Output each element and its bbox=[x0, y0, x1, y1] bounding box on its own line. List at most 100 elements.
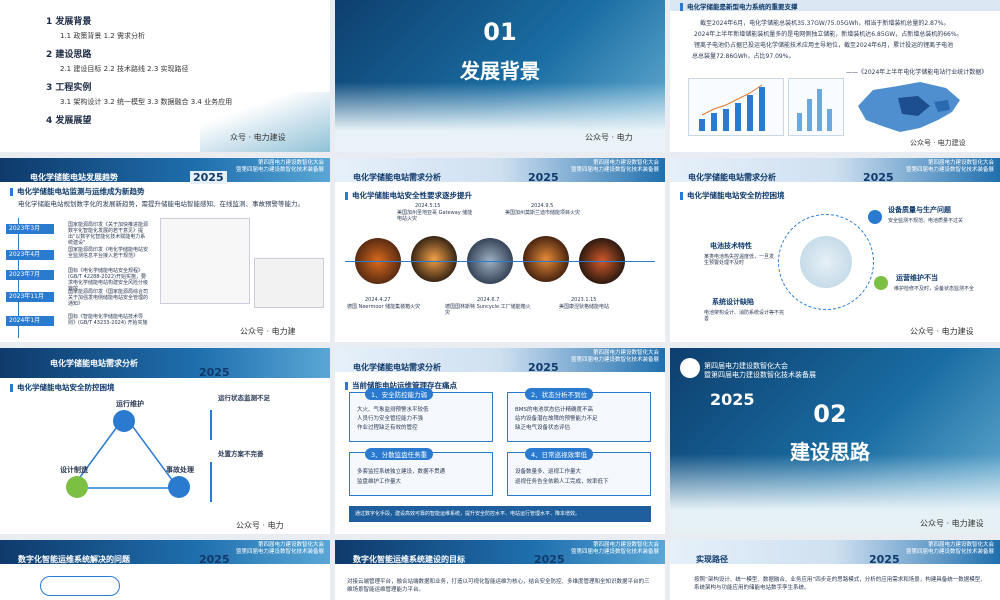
fire-photo-4 bbox=[523, 236, 569, 282]
risk-label-4: 系统设计缺陷 bbox=[712, 298, 754, 306]
timeline-text-5: 国标《智能电化学储能电站技术导则》(GB/T 43233-2024) 开始实施 bbox=[68, 314, 148, 326]
watermark: 公众号 · 电力建设 bbox=[920, 519, 984, 528]
conference-banner: 第四届电力建设数智化大会 暨第四届电力建设数智化技术装备展 bbox=[570, 350, 659, 363]
header-year: 2025 bbox=[199, 366, 230, 379]
timeline-text-4: 国家能源局印发《国家能源局综合司关于加强发电侧储能电站安全管理的通知》 bbox=[68, 289, 149, 307]
timeline-axis bbox=[345, 261, 655, 262]
risk-desc-4: 电池架构设计、消防系统设计等不完善 bbox=[704, 310, 785, 322]
line-chart-thumbnail bbox=[788, 78, 844, 136]
stat-line-3: 锂离子电池仍占据已投运电化学储能技术应用主导地位，截至2024年6月，累计投运的… bbox=[694, 42, 954, 49]
goal-text: 对接云端管理平台，融合站端数据和业务，打造以可视化智能运维为核心，结合安全防控、… bbox=[347, 579, 650, 593]
header-year: 2025 bbox=[199, 553, 230, 566]
section-title: 建设思路 bbox=[790, 440, 870, 464]
decor-wave bbox=[200, 92, 330, 152]
conference-banner: 第四届电力建设数智化大会 暨第四届电力建设数智化技术装备展 bbox=[570, 542, 659, 555]
year-label: 2025 bbox=[710, 390, 755, 409]
toc-sub-2: 2.1 建设目标 2.2 技术路线 2.3 实现路径 bbox=[60, 65, 189, 73]
header-year: 2025 bbox=[534, 553, 565, 566]
diagram-shape bbox=[40, 576, 120, 596]
conference-banner: 第四届电力建设数智化大会 暨第四届电力建设数智化技术装备展 bbox=[235, 160, 324, 173]
dot-icon bbox=[868, 210, 882, 224]
conference-banner: 第四届电力建设数智化大会 暨第四届电力建设数智化技术装备展 bbox=[905, 160, 994, 173]
slide-pain-points[interactable]: 电化学储能电站需求分析 2025 第四届电力建设数智化大会 暨第四届电力建设数智化… bbox=[335, 348, 665, 534]
event-date-bottom-3: 2023.1.15 bbox=[571, 297, 597, 303]
timeline-text-1: 国家能源局印发《关于加快推进能源数字化智能化发展的若干意见》提出"以数字化智能化… bbox=[68, 222, 149, 246]
watermark: 公众号 · 电力建 bbox=[240, 327, 296, 336]
toc-sub-1: 1.1 政策背景 1.2 需求分析 bbox=[60, 32, 145, 40]
slide-header: 电化学储能电站需求分析 2025 bbox=[0, 348, 330, 379]
path-text: 按照“架构设计、统一模型、数据融合、业务应用”四步走的思路模式，分析的应用需求和… bbox=[694, 577, 986, 591]
detail-bar-2 bbox=[210, 462, 320, 502]
slide-heading: 电化学储能是新型电力系统的重要支撑 bbox=[680, 1, 798, 11]
slide-safety-events[interactable]: 电化学储能电站需求分析 2025 第四届电力建设数智化大会 暨第四届电力建设数智化… bbox=[335, 158, 665, 342]
watermark: 众号 · 电力建设 bbox=[230, 133, 286, 142]
summary-text: 通过数字化手段，建设高效可靠的智能运维系统，提升安全防控水平、电站运行管理水平、… bbox=[355, 511, 581, 517]
section-title: 发展背景 bbox=[460, 59, 540, 83]
pain-line: BMS的电池状态估计精确度不高 bbox=[515, 407, 594, 413]
stat-line-1: 截至2024年6月，电化学储能总装机35.37GW/75.05GWh，相当于新增… bbox=[700, 20, 950, 27]
pain-line: 巡视任务告全依赖人工完成，效率低下 bbox=[515, 479, 609, 485]
pain-line: 大火、气象监测预警水平较低 bbox=[357, 407, 429, 413]
header-title: 数字化智能运维系统建设的目标 bbox=[353, 555, 465, 564]
china-map bbox=[848, 76, 972, 138]
slide-goals[interactable]: 数字化智能运维系统建设的目标 2025 第四届电力建设数智化大会 暨第四届电力建设… bbox=[335, 540, 665, 600]
watermark: 公众号 · 电力 bbox=[585, 133, 633, 142]
slide-trends[interactable]: 电化学储能电站发展趋势 2025 第四届电力建设数智化大会 暨第四届电力建设数智化… bbox=[0, 158, 330, 342]
header-title: 数字化智能运维系统解决的问题 bbox=[18, 555, 130, 564]
node-label-2: 设计制造 bbox=[60, 466, 88, 474]
conference-banner: 第四届电力建设数智化大会 暨第四届电力建设数智化技术装备展 bbox=[235, 542, 324, 555]
chart-thumbnail bbox=[688, 78, 784, 136]
slide-header: 电化学储能电站需求分析 2025 第四届电力建设数智化大会 暨第四届电力建设数智化… bbox=[335, 158, 665, 184]
event-text-bottom-2: 德国国林斯特 Suncycle 工厂储能箱火灾 bbox=[445, 304, 531, 316]
pain-line: 多套监控系统独立建设，数据不贯通 bbox=[357, 469, 446, 475]
maintenance-icon bbox=[113, 410, 135, 432]
header-year: 2025 bbox=[869, 553, 900, 566]
stat-line-2: 2024年上半年新增储能装机量多的是电网侧独立储能，新增装机达6.85GW，占新… bbox=[694, 31, 963, 38]
timeline-date-2: 2023年4月 bbox=[6, 250, 54, 260]
document-thumbnail-1 bbox=[160, 218, 250, 304]
section-heading: 电化学储能电站监测与运维成为新趋势 bbox=[10, 186, 145, 197]
header-year: 2025 bbox=[528, 361, 559, 374]
section-heading: 电化学储能电站安全防控困境 bbox=[680, 190, 785, 201]
intro-text: 电化学储能电站规划数字化的发展新趋势，需提升储能电站智能感知、在线监测、事故预警… bbox=[18, 200, 304, 208]
slide-grid: 1 发展背景 1.1 政策背景 1.2 需求分析 2 建设思路 2.1 建设目标… bbox=[0, 0, 1000, 600]
map-icon bbox=[858, 82, 960, 132]
slide-dilemma[interactable]: 电化学储能电站需求分析 2025 电化学储能电站安全防控困境 运行维护 设计制造… bbox=[0, 348, 330, 534]
line-chart-icon bbox=[797, 89, 832, 131]
header-title: 电化学储能电站发展趋势 bbox=[30, 173, 118, 182]
header-year: 2025 bbox=[190, 171, 227, 184]
pain-line: 站内设备潜在故障的预警能力不足 bbox=[515, 416, 598, 422]
toc-item-2: 2 建设思路 bbox=[46, 50, 92, 60]
slide-risk-factors[interactable]: 电化学储能电站需求分析 2025 第四届电力建设数智化大会 暨第四届电力建设数智化… bbox=[670, 158, 1000, 342]
conference-banner: 第四届电力建设数智化大会 暨第四届电力建设数智化技术装备展 bbox=[905, 542, 994, 555]
bar-chart-icon bbox=[699, 84, 765, 131]
slide-path[interactable]: 实现路径 2025 第四届电力建设数智化大会 暨第四届电力建设数智化技术装备展 按… bbox=[670, 540, 1000, 600]
pain-line: 设备数量多、巡视工作量大 bbox=[515, 469, 582, 475]
header-title: 电化学储能电站需求分析 bbox=[353, 363, 441, 372]
header-title: 电化学储能电站需求分析 bbox=[50, 359, 138, 368]
risk-desc-3: 维护检修不及时，设备状态监测不全 bbox=[894, 286, 975, 292]
event-date-top-1: 2024.5.15 bbox=[415, 203, 441, 209]
section-number: 01 bbox=[483, 18, 517, 46]
right-item-1: 运行状态监测不足 bbox=[218, 394, 270, 402]
event-date-top-2: 2024.9.5 bbox=[531, 203, 554, 209]
risk-label-1: 设备质量与生产问题 bbox=[888, 206, 951, 214]
slide-problems-solved[interactable]: 数字化智能运维系统解决的问题 2025 第四届电力建设数智化大会 暨第四届电力建设… bbox=[0, 540, 330, 600]
toc-item-1: 1 发展背景 bbox=[46, 17, 92, 27]
risk-label-3: 运营维护不当 bbox=[896, 274, 938, 282]
slide-stats[interactable]: 电化学储能是新型电力系统的重要支撑 截至2024年6月，电化学储能总装机35.3… bbox=[670, 0, 1000, 152]
risk-desc-1: 安全监测不规范、电池质量不过关 bbox=[888, 218, 964, 224]
slide-header: 电化学储能电站需求分析 2025 第四届电力建设数智化大会 暨第四届电力建设数智化… bbox=[670, 158, 1000, 184]
design-icon bbox=[66, 476, 88, 498]
header-title: 电化学储能电站需求分析 bbox=[353, 173, 441, 182]
slide-toc[interactable]: 1 发展背景 1.1 政策背景 1.2 需求分析 2 建设思路 2.1 建设目标… bbox=[0, 0, 330, 152]
timeline-text-2: 国家能源局印发《电化学储能电站安全监测信息平台接入若干规范》 bbox=[68, 247, 149, 259]
fire-photo-2 bbox=[411, 236, 457, 282]
watermark: 公众号 · 电力建设 bbox=[910, 327, 974, 336]
slide-section-01[interactable]: 01 发展背景 公众号 · 电力 bbox=[335, 0, 665, 152]
slide-section-02[interactable]: 第四届电力建设数智化大会 暨第四届电力建设数智化技术装备展 2025 02 建设思… bbox=[670, 348, 1000, 534]
slide-header: 实现路径 2025 第四届电力建设数智化大会 暨第四届电力建设数智化技术装备展 bbox=[670, 540, 1000, 566]
pain-line: 监盘维护工作量大 bbox=[357, 479, 402, 485]
section-number: 02 bbox=[813, 400, 847, 428]
timeline-date-4: 2023年11月 bbox=[6, 292, 54, 302]
